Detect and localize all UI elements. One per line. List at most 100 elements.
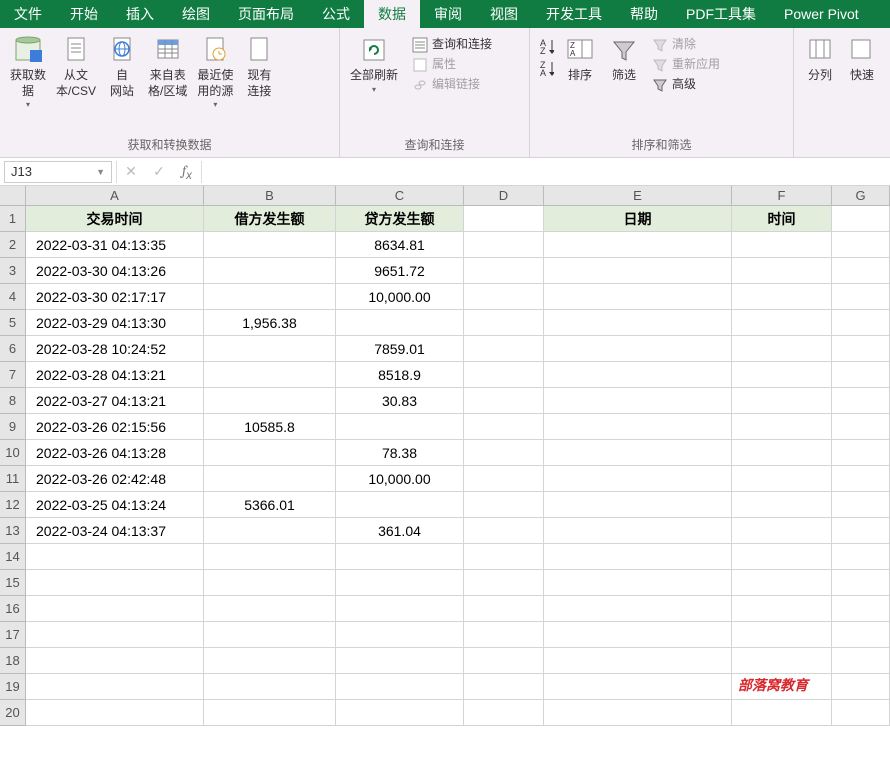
cell[interactable]	[464, 700, 544, 726]
cell[interactable]	[26, 648, 204, 674]
cell[interactable]: 时间	[732, 206, 832, 232]
cell[interactable]	[544, 232, 732, 258]
cell[interactable]	[204, 362, 336, 388]
cell[interactable]	[464, 258, 544, 284]
menu-tab-0[interactable]: 文件	[0, 0, 56, 28]
refresh-all-button[interactable]: 全部刷新 ▾	[346, 32, 402, 97]
column-header-A[interactable]: A	[26, 186, 204, 205]
cell[interactable]: 交易时间	[26, 206, 204, 232]
cell[interactable]	[204, 232, 336, 258]
properties-button[interactable]: 属性	[408, 56, 496, 74]
cell[interactable]	[832, 440, 890, 466]
cell[interactable]	[204, 518, 336, 544]
cell[interactable]	[544, 388, 732, 414]
get-data-button[interactable]: 获取数 据 ▾	[6, 32, 50, 113]
cell[interactable]	[832, 258, 890, 284]
cell[interactable]	[464, 492, 544, 518]
cell[interactable]	[832, 414, 890, 440]
cell[interactable]	[732, 544, 832, 570]
cell[interactable]: 5366.01	[204, 492, 336, 518]
cell[interactable]	[464, 466, 544, 492]
cell[interactable]	[204, 700, 336, 726]
cell[interactable]: 2022-03-28 04:13:21	[26, 362, 204, 388]
cell[interactable]: 2022-03-26 02:15:56	[26, 414, 204, 440]
menu-tab-8[interactable]: 视图	[476, 0, 532, 28]
select-all-corner[interactable]	[0, 186, 26, 205]
cell[interactable]	[464, 206, 544, 232]
text-to-columns-button[interactable]: 分列	[800, 32, 840, 86]
row-header[interactable]: 4	[0, 284, 26, 310]
row-header[interactable]: 12	[0, 492, 26, 518]
menu-tab-7[interactable]: 审阅	[420, 0, 476, 28]
cell[interactable]: 9651.72	[336, 258, 464, 284]
cell[interactable]	[832, 310, 890, 336]
cell[interactable]	[464, 518, 544, 544]
menu-tab-9[interactable]: 开发工具	[532, 0, 616, 28]
row-header[interactable]: 5	[0, 310, 26, 336]
cell[interactable]	[544, 492, 732, 518]
cell[interactable]	[204, 596, 336, 622]
cell[interactable]	[832, 362, 890, 388]
name-box[interactable]: J13 ▼	[4, 161, 112, 183]
cell[interactable]: 日期	[544, 206, 732, 232]
menu-tab-11[interactable]: PDF工具集	[672, 0, 770, 28]
row-header[interactable]: 17	[0, 622, 26, 648]
cell[interactable]	[732, 466, 832, 492]
row-header[interactable]: 8	[0, 388, 26, 414]
cell[interactable]	[464, 622, 544, 648]
cell[interactable]	[544, 258, 732, 284]
cell[interactable]: 2022-03-30 04:13:26	[26, 258, 204, 284]
cell[interactable]	[544, 284, 732, 310]
fx-button[interactable]: fx	[173, 161, 201, 183]
row-header[interactable]: 13	[0, 518, 26, 544]
row-header[interactable]: 20	[0, 700, 26, 726]
cell[interactable]	[26, 674, 204, 700]
cell[interactable]: 2022-03-25 04:13:24	[26, 492, 204, 518]
column-header-B[interactable]: B	[204, 186, 336, 205]
row-header[interactable]: 10	[0, 440, 26, 466]
cell[interactable]: 30.83	[336, 388, 464, 414]
cell[interactable]	[544, 518, 732, 544]
row-header[interactable]: 2	[0, 232, 26, 258]
flash-fill-button[interactable]: 快速	[842, 32, 882, 86]
cell[interactable]	[26, 570, 204, 596]
cell[interactable]	[336, 596, 464, 622]
cell[interactable]	[732, 284, 832, 310]
cell[interactable]	[544, 310, 732, 336]
cell[interactable]	[204, 648, 336, 674]
cell[interactable]: 部落窝教育	[732, 674, 832, 700]
cell[interactable]	[544, 622, 732, 648]
cell[interactable]: 7859.01	[336, 336, 464, 362]
cell[interactable]: 10585.8	[204, 414, 336, 440]
menu-tab-1[interactable]: 开始	[56, 0, 112, 28]
cell[interactable]	[544, 362, 732, 388]
cell[interactable]: 78.38	[336, 440, 464, 466]
cell[interactable]	[732, 310, 832, 336]
cell[interactable]: 8518.9	[336, 362, 464, 388]
row-header[interactable]: 16	[0, 596, 26, 622]
cell[interactable]	[732, 336, 832, 362]
menu-tab-2[interactable]: 插入	[112, 0, 168, 28]
row-header[interactable]: 14	[0, 544, 26, 570]
cell[interactable]	[204, 622, 336, 648]
sort-button[interactable]: ZA 排序	[560, 32, 600, 86]
cell[interactable]	[26, 596, 204, 622]
cell[interactable]	[204, 466, 336, 492]
advanced-filter-button[interactable]: 高级	[648, 76, 724, 94]
reapply-button[interactable]: 重新应用	[648, 56, 724, 74]
cell[interactable]: 2022-03-28 10:24:52	[26, 336, 204, 362]
cell[interactable]	[336, 700, 464, 726]
edit-links-button[interactable]: 编辑链接	[408, 76, 496, 94]
cell[interactable]	[464, 570, 544, 596]
cell[interactable]: 10,000.00	[336, 284, 464, 310]
cell[interactable]	[464, 310, 544, 336]
cell[interactable]: 2022-03-26 04:13:28	[26, 440, 204, 466]
cell[interactable]	[204, 258, 336, 284]
cell[interactable]	[204, 544, 336, 570]
cell[interactable]	[336, 544, 464, 570]
cell[interactable]: 1,956.38	[204, 310, 336, 336]
cell[interactable]	[832, 700, 890, 726]
cell[interactable]	[464, 362, 544, 388]
cell[interactable]: 2022-03-30 02:17:17	[26, 284, 204, 310]
cell[interactable]: 2022-03-31 04:13:35	[26, 232, 204, 258]
